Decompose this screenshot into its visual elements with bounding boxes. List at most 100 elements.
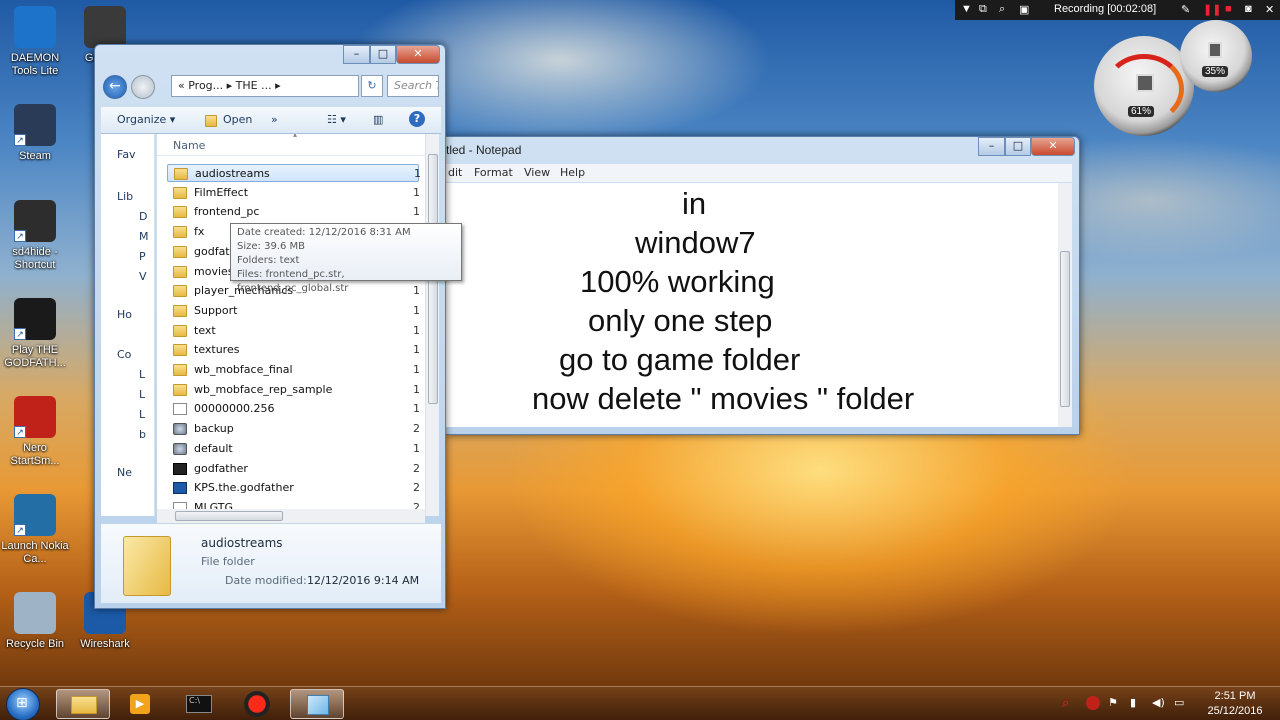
column-header[interactable]: Name ▴ bbox=[157, 134, 439, 156]
column-name-label[interactable]: Name bbox=[173, 139, 205, 152]
ram-gauge-gadget[interactable]: 35% bbox=[1180, 20, 1252, 92]
notepad-scrollbar[interactable] bbox=[1058, 183, 1072, 427]
file-row[interactable]: backup 2 bbox=[167, 420, 420, 438]
file-row[interactable]: Support 1 bbox=[167, 302, 420, 320]
forward-button[interactable] bbox=[131, 75, 155, 99]
details-type: File folder bbox=[201, 555, 255, 568]
preview-pane-icon[interactable]: ▥ bbox=[373, 113, 383, 126]
start-button[interactable]: ⊞ bbox=[6, 688, 40, 720]
scroll-thumb[interactable] bbox=[1060, 251, 1070, 407]
explorer-window[interactable]: – □ ✕ ← « Prog... ▸ THE ... ▸ ↻ Search T… bbox=[94, 44, 446, 609]
file-icon bbox=[173, 403, 187, 416]
nav-item[interactable]: M bbox=[139, 230, 149, 243]
notepad-icon bbox=[307, 695, 329, 715]
nav-item[interactable]: Ho bbox=[117, 308, 132, 321]
folder-icon bbox=[173, 245, 187, 258]
address-bar[interactable]: « Prog... ▸ THE ... ▸ bbox=[171, 75, 359, 97]
nav-item[interactable]: V bbox=[139, 270, 147, 283]
system-clock[interactable]: 2:51 PM 25/12/2016 bbox=[1200, 689, 1270, 719]
nav-item[interactable]: L bbox=[139, 408, 145, 421]
file-row[interactable]: FilmEffect 1 bbox=[167, 184, 420, 202]
taskbar-recorder[interactable] bbox=[230, 689, 284, 719]
menu-help[interactable]: Help bbox=[560, 166, 585, 179]
file-row[interactable]: textures 1 bbox=[167, 341, 420, 359]
dropdown-icon[interactable]: ▼ bbox=[961, 3, 972, 15]
navigation-pane[interactable]: Fav Lib D M P V Ho Co L L Lb Ne bbox=[101, 134, 155, 516]
file-list[interactable]: Name ▴ audiostreams 1 FilmEffect 1 frontend_… bbox=[157, 134, 439, 516]
nero-shortcut[interactable]: ↗ Nero StartSm... bbox=[0, 396, 70, 468]
zoom-icon[interactable]: ⌕ bbox=[999, 3, 1005, 16]
folder-icon bbox=[71, 696, 97, 714]
tray-volume-icon[interactable]: ◀) bbox=[1152, 696, 1166, 710]
tray-search-icon[interactable]: ⌕ bbox=[1062, 696, 1076, 711]
search-input[interactable]: Search Th bbox=[387, 75, 439, 97]
file-row[interactable]: wb_mobface_rep_sample 1 bbox=[167, 381, 420, 399]
sd4hide-shortcut[interactable]: ↗ sd4hide - Shortcut bbox=[0, 200, 70, 272]
nav-item[interactable]: Fav bbox=[117, 148, 136, 161]
pen-icon[interactable]: ✎ bbox=[1181, 3, 1190, 16]
file-date-fragment: 2 bbox=[413, 461, 420, 475]
cpu-gauge-gadget[interactable]: 61% bbox=[1094, 36, 1194, 136]
view-options-icon[interactable]: ☷ ▾ bbox=[327, 113, 346, 126]
nav-item[interactable]: Co bbox=[117, 348, 131, 361]
taskbar-cmd[interactable]: C:\ bbox=[172, 689, 226, 719]
minimize-button[interactable]: – bbox=[343, 45, 370, 64]
region-icon[interactable]: ▣ bbox=[1019, 3, 1029, 16]
file-row[interactable]: KPS.the.godfather 2 bbox=[167, 479, 420, 497]
file-list-scrollbar[interactable] bbox=[425, 134, 439, 516]
taskbar-notepad[interactable] bbox=[290, 689, 344, 719]
refresh-icon[interactable]: ↻ bbox=[361, 75, 383, 97]
nav-item[interactable]: L bbox=[139, 368, 145, 381]
help-icon[interactable]: ? bbox=[409, 111, 425, 127]
menu-view[interactable]: View bbox=[524, 166, 550, 179]
close-button[interactable]: ✕ bbox=[1031, 137, 1075, 156]
organize-button[interactable]: Organize ▾ bbox=[117, 113, 175, 126]
taskbar-media-player[interactable]: ▶ bbox=[114, 689, 168, 719]
open-button[interactable]: Open bbox=[223, 113, 252, 126]
nav-item[interactable]: P bbox=[139, 250, 146, 263]
nav-item[interactable]: L bbox=[139, 388, 145, 401]
play-godfather-shortcut[interactable]: ↗ Play THE GODFATH... bbox=[0, 298, 70, 370]
nav-item[interactable]: Lib bbox=[117, 190, 133, 203]
notepad-text-area[interactable]: in window7 100% working only one step go… bbox=[446, 183, 1058, 427]
file-row[interactable]: audiostreams 1 bbox=[167, 164, 421, 182]
nokia-suite-shortcut[interactable]: ↗ Launch Nokia Ca... bbox=[0, 494, 70, 566]
taskbar-explorer[interactable] bbox=[56, 689, 110, 719]
more-button[interactable]: » bbox=[271, 113, 278, 126]
steam-shortcut[interactable]: ↗ Steam bbox=[0, 104, 70, 163]
maximize-button[interactable]: □ bbox=[1005, 137, 1031, 156]
nav-item[interactable]: D bbox=[139, 210, 147, 223]
recycle-bin-shortcut[interactable]: Recycle Bin bbox=[0, 592, 70, 651]
menu-format[interactable]: Format bbox=[474, 166, 513, 179]
pause-icon[interactable]: ❚❚ bbox=[1203, 3, 1221, 16]
file-row[interactable]: default 1 bbox=[167, 440, 420, 458]
file-row[interactable]: frontend_pc 1 bbox=[167, 203, 420, 221]
notepad-window[interactable]: tled - Notepad – □ ✕ dit Format View Hel… bbox=[446, 136, 1080, 435]
close-icon[interactable]: ✕ bbox=[1265, 3, 1274, 16]
scroll-thumb[interactable] bbox=[175, 511, 283, 521]
file-row[interactable]: wb_mobface_final 1 bbox=[167, 361, 420, 379]
command-bar: Organize ▾ Open » ☷ ▾ ▥ ? bbox=[101, 107, 441, 134]
file-row[interactable]: 00000000.256 1 bbox=[167, 400, 420, 418]
daemon-tools-shortcut[interactable]: DAEMON Tools Lite bbox=[0, 6, 70, 78]
horizontal-scrollbar[interactable] bbox=[157, 509, 425, 523]
maximize-button[interactable]: □ bbox=[370, 45, 396, 64]
menu-edit[interactable]: dit bbox=[448, 166, 462, 179]
nav-item[interactable]: Ne bbox=[117, 466, 132, 479]
close-button[interactable]: ✕ bbox=[396, 45, 440, 64]
text-line: only one step bbox=[588, 303, 773, 338]
file-row[interactable]: godfather 2 bbox=[167, 460, 420, 478]
tray-record-icon[interactable] bbox=[1086, 696, 1100, 710]
minimize-button[interactable]: – bbox=[978, 137, 1005, 156]
back-button[interactable]: ← bbox=[103, 75, 127, 99]
nav-item[interactable]: b bbox=[139, 428, 146, 441]
window-icon[interactable]: ⧉ bbox=[979, 3, 987, 16]
tray-display-icon[interactable]: ▭ bbox=[1174, 696, 1188, 710]
stop-icon[interactable]: ■ bbox=[1225, 3, 1232, 15]
desktop-icon-label: DAEMON Tools Lite bbox=[10, 52, 60, 77]
tray-flag-icon[interactable]: ⚑ bbox=[1108, 696, 1122, 710]
file-date-fragment: 1 bbox=[413, 323, 420, 337]
camera-icon[interactable]: ◙ bbox=[1245, 3, 1252, 15]
tray-network-icon[interactable]: ▮ bbox=[1130, 696, 1144, 710]
file-row[interactable]: text 1 bbox=[167, 322, 420, 340]
